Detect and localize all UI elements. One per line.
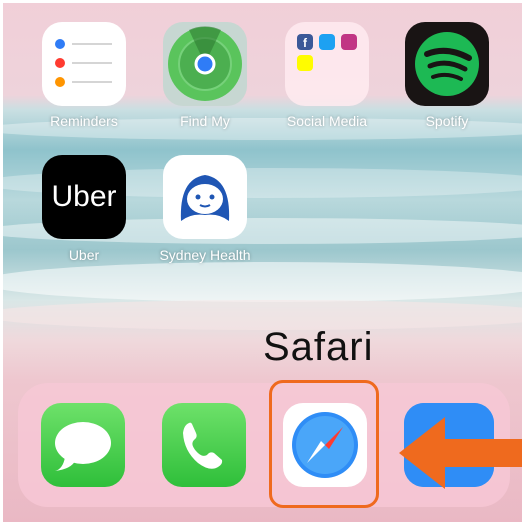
social-media-folder[interactable]: f [285,22,369,106]
phone-app-icon[interactable] [162,403,246,487]
app-label-spotify: Spotify [425,113,469,129]
spotify-icon [415,32,479,96]
find-my-icon [168,26,242,101]
wallpaper-wave [0,262,525,302]
uber-icon: Uber [51,180,117,213]
sydney-health-app-icon[interactable] [163,155,247,239]
spotify-app-icon[interactable] [405,22,489,106]
app-label-social-media: Social Media [286,113,368,129]
app-label-uber: Uber [68,247,100,263]
phone-icon [183,422,223,469]
app-label-find-my: Find My [180,113,230,129]
sydney-health-icon [180,175,230,221]
highlight-box [269,380,379,508]
uber-app-icon[interactable]: Uber [42,155,126,239]
app-label-reminders: Reminders [50,113,118,129]
app-label-sydney-health: Sydney Health [159,247,251,263]
safari-caption: Safari [263,325,374,369]
home-screen: Reminders Find My f Social Media Spotify… [0,0,525,525]
messages-app-icon[interactable] [41,403,125,487]
folder-icon: f [297,34,357,71]
arrow-left-icon [399,417,525,489]
reminders-icon [55,39,112,87]
reminders-app-icon[interactable] [42,22,126,106]
messages-icon [55,422,111,471]
find-my-app-icon[interactable] [163,22,247,106]
